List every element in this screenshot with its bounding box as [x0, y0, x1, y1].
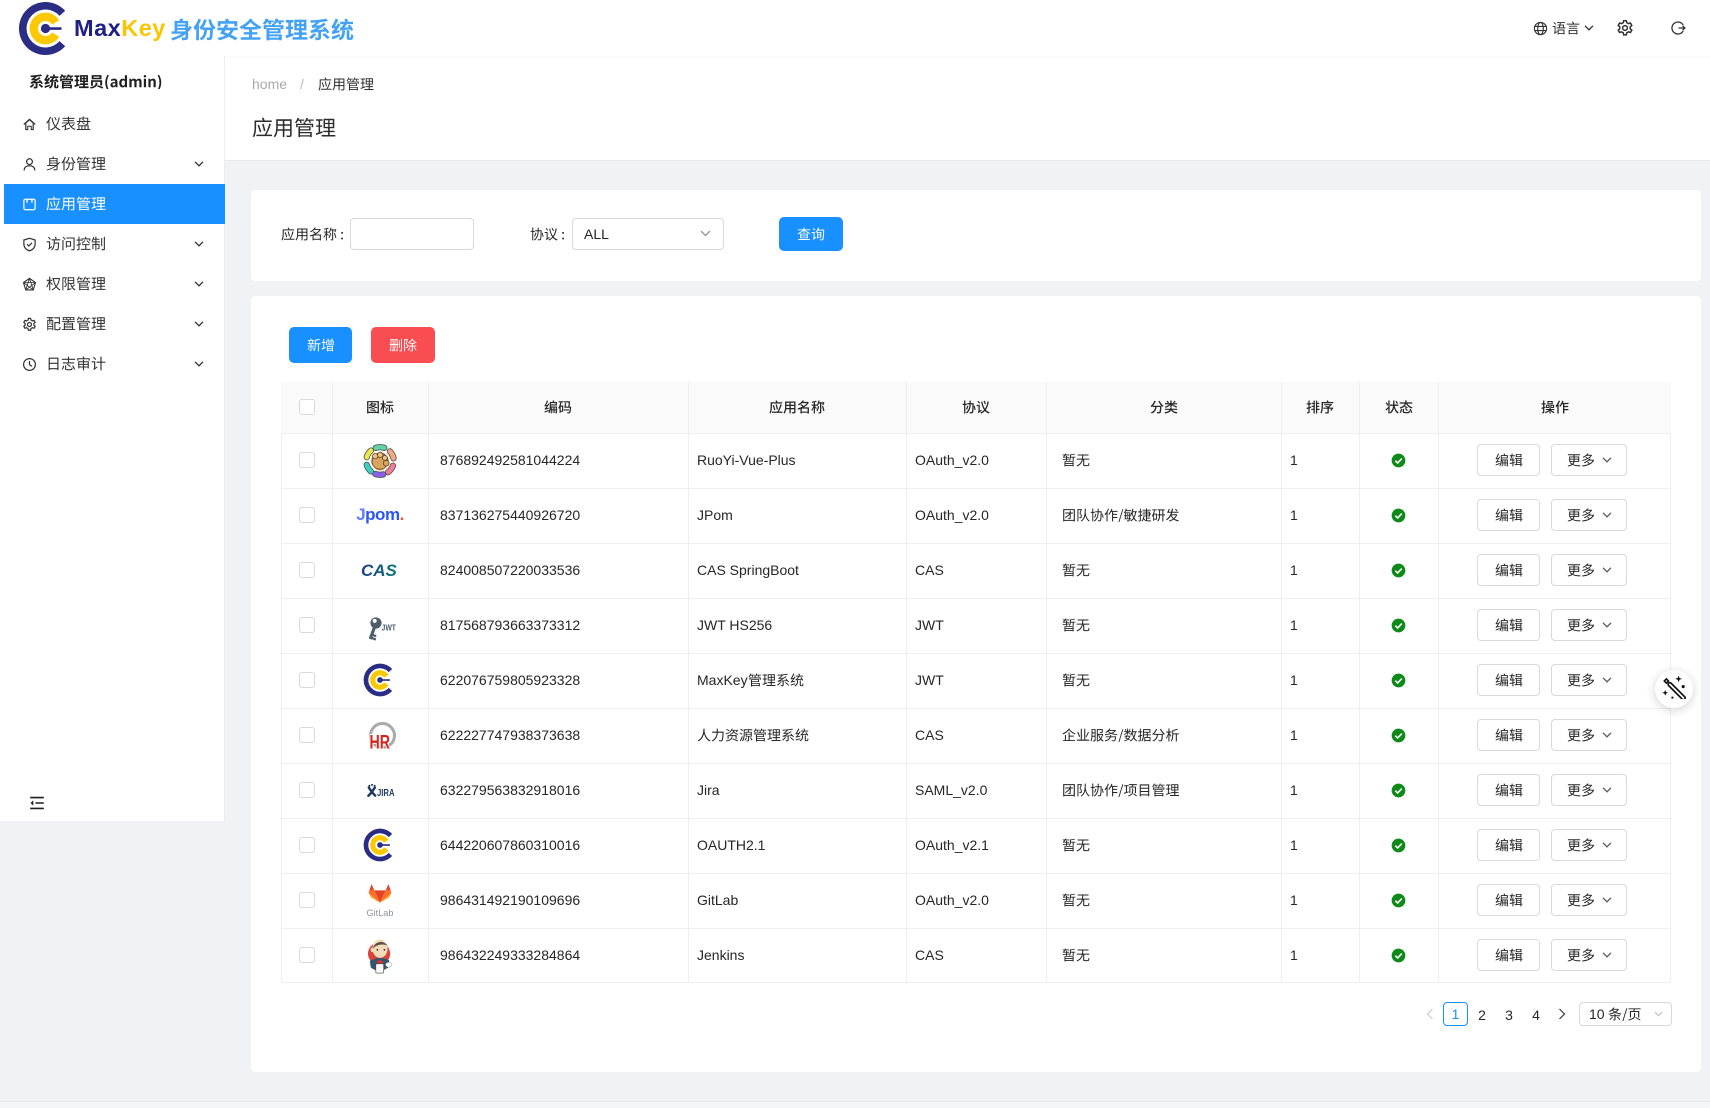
svg-text:CAS: CAS	[361, 561, 398, 580]
